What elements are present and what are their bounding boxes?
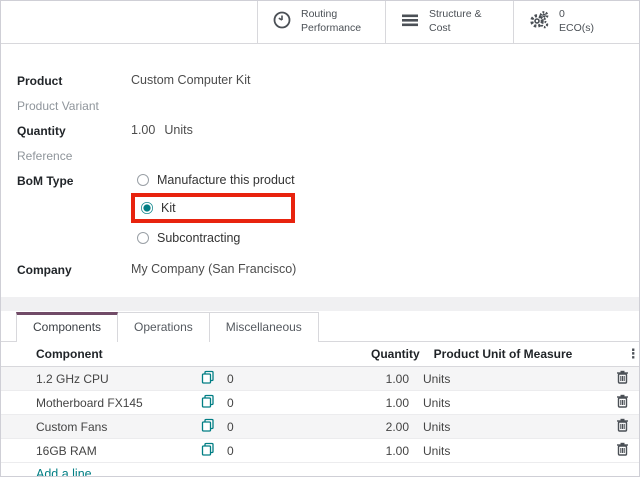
radio-option-manufacture[interactable]: Manufacture this product xyxy=(131,173,295,187)
notebook-tabs: Components Operations Miscellaneous xyxy=(1,311,639,342)
routing-performance-button[interactable]: Routing Performance xyxy=(257,1,385,43)
structure-cost-button[interactable]: Structure & Cost xyxy=(385,1,513,43)
add-line-row: Add a line xyxy=(1,463,639,477)
quantity-cell[interactable]: 1.00 xyxy=(371,396,409,410)
product-label: Product xyxy=(1,73,131,88)
stat-label-line2: Performance xyxy=(301,22,361,34)
reference-field: Reference xyxy=(1,148,639,164)
variant-count: 0 xyxy=(227,444,234,458)
quantity-cell[interactable]: 1.00 xyxy=(371,372,409,386)
quantity-cell[interactable]: 1.00 xyxy=(371,444,409,458)
radio-unselected-icon[interactable] xyxy=(137,174,149,186)
stat-button-bar: Routing Performance Structure & Cost xyxy=(1,1,639,44)
company-value[interactable]: My Company (San Francisco) xyxy=(131,262,296,276)
header-uom: Product Unit of Measure xyxy=(420,347,614,361)
bom-type-field: BoM Type Manufacture this product Kit Su… xyxy=(1,173,639,253)
copy-icon[interactable] xyxy=(201,442,215,459)
company-field: Company My Company (San Francisco) xyxy=(1,262,639,278)
bars-icon xyxy=(400,10,420,35)
table-row[interactable]: 16GB RAM 0 1.00 Units xyxy=(1,439,639,463)
components-table: Component Quantity Product Unit of Measu… xyxy=(1,342,639,477)
component-name-cell[interactable]: Custom Fans xyxy=(36,420,201,434)
quantity-value[interactable]: 1.00 xyxy=(131,123,155,137)
radio-option-label: Kit xyxy=(161,201,176,215)
eco-count-button[interactable]: 0 ECO(s) xyxy=(513,1,639,43)
bom-type-label: BoM Type xyxy=(1,173,131,188)
bom-form-sheet: Product Custom Computer Kit Product Vari… xyxy=(1,44,639,297)
header-component: Component xyxy=(36,347,201,361)
component-name-cell[interactable]: 16GB RAM xyxy=(36,444,201,458)
copy-icon[interactable] xyxy=(201,370,215,387)
column-options-icon[interactable]: ⋮ xyxy=(627,346,640,362)
delete-row-icon[interactable] xyxy=(616,394,629,411)
copy-icon[interactable] xyxy=(201,394,215,411)
table-header-row: Component Quantity Product Unit of Measu… xyxy=(1,342,639,367)
product-variant-field: Product Variant xyxy=(1,98,639,114)
quantity-cell[interactable]: 2.00 xyxy=(371,420,409,434)
stat-label-line1: Routing xyxy=(301,8,337,20)
product-value-link[interactable]: Custom Computer Kit xyxy=(131,73,250,87)
gears-icon xyxy=(528,9,550,36)
radio-option-label: Subcontracting xyxy=(157,231,240,245)
radio-option-label: Manufacture this product xyxy=(157,173,295,187)
table-row[interactable]: 1.2 GHz CPU 0 1.00 Units xyxy=(1,367,639,391)
radio-option-kit[interactable]: Kit xyxy=(135,201,176,215)
radio-selected-icon[interactable] xyxy=(141,202,153,214)
stat-label-line1: Structure & xyxy=(429,8,482,20)
tab-components[interactable]: Components xyxy=(16,312,118,342)
copy-icon[interactable] xyxy=(201,418,215,435)
eco-label: ECO(s) xyxy=(559,22,594,34)
variant-count: 0 xyxy=(227,396,234,410)
delete-row-icon[interactable] xyxy=(616,442,629,459)
eco-count: 0 xyxy=(559,8,565,20)
company-label: Company xyxy=(1,262,131,277)
variant-count: 0 xyxy=(227,420,234,434)
uom-cell[interactable]: Units xyxy=(409,420,603,434)
product-field: Product Custom Computer Kit xyxy=(1,73,639,89)
delete-row-icon[interactable] xyxy=(616,418,629,435)
quantity-field: Quantity 1.00 Units xyxy=(1,123,639,139)
uom-cell[interactable]: Units xyxy=(409,372,603,386)
clock-icon xyxy=(272,10,292,35)
uom-cell[interactable]: Units xyxy=(409,396,603,410)
tab-miscellaneous[interactable]: Miscellaneous xyxy=(209,312,319,342)
component-name-cell[interactable]: 1.2 GHz CPU xyxy=(36,372,201,386)
annotation-highlight-box: Kit xyxy=(131,193,295,223)
table-row[interactable]: Custom Fans 0 2.00 Units xyxy=(1,415,639,439)
product-variant-label: Product Variant xyxy=(1,98,131,113)
reference-label: Reference xyxy=(1,148,131,163)
quantity-uom: Units xyxy=(164,123,192,137)
radio-option-subcontracting[interactable]: Subcontracting xyxy=(131,231,295,245)
quantity-label: Quantity xyxy=(1,123,131,138)
tab-operations[interactable]: Operations xyxy=(117,312,210,342)
delete-row-icon[interactable] xyxy=(616,370,629,387)
stat-label-line2: Cost xyxy=(429,22,451,34)
component-name-cell[interactable]: Motherboard FX145 xyxy=(36,396,201,410)
bom-type-radio-group: Manufacture this product Kit Subcontract… xyxy=(131,173,295,253)
table-row[interactable]: Motherboard FX145 0 1.00 Units xyxy=(1,391,639,415)
bom-form-window: Routing Performance Structure & Cost xyxy=(0,0,640,477)
uom-cell[interactable]: Units xyxy=(409,444,603,458)
radio-unselected-icon[interactable] xyxy=(137,232,149,244)
variant-count: 0 xyxy=(227,372,234,386)
add-a-line-link[interactable]: Add a line xyxy=(36,467,92,477)
header-quantity: Quantity xyxy=(371,347,420,361)
